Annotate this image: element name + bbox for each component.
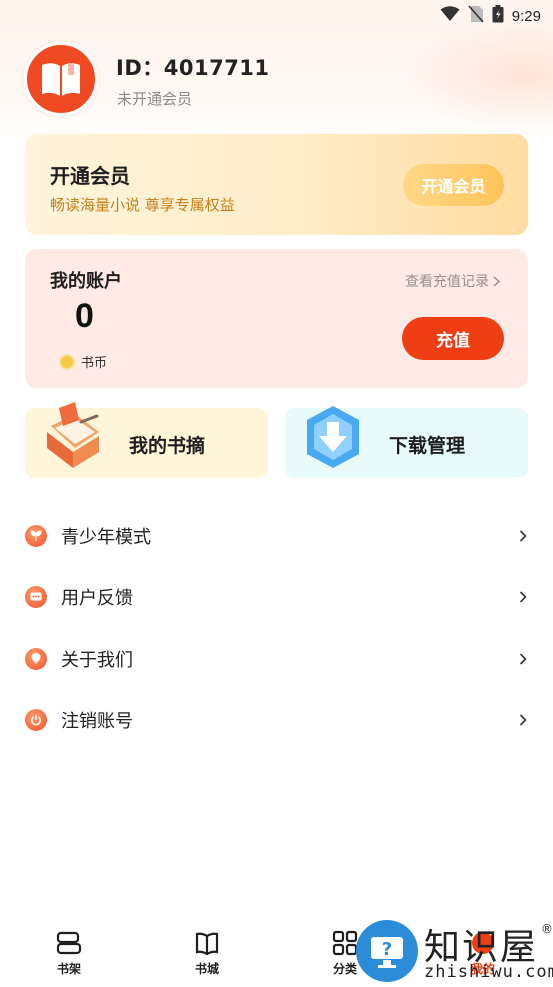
no-sim-icon [468, 5, 484, 27]
recharge-history-link[interactable]: 查看充值记录 [405, 271, 500, 291]
book-open-icon [195, 932, 219, 956]
menu-item-feedback[interactable]: 用户反馈 [0, 567, 553, 629]
registered-mark: ® [541, 922, 553, 936]
bookshelf-icon [56, 931, 82, 955]
coin-icon [59, 353, 75, 370]
menu-label: 用户反馈 [61, 588, 133, 610]
status-time: 9:29 [511, 7, 541, 25]
location-icon [25, 647, 47, 670]
user-id: ID：4017711 [116, 56, 270, 80]
book-logo-icon [42, 63, 80, 96]
account-card: 我的账户 0 书币 查看充值记录 充值 [25, 249, 528, 388]
currency-label: 书币 [81, 356, 108, 371]
chevron-right-icon [519, 530, 527, 542]
chevron-right-icon [519, 653, 527, 665]
chat-icon [25, 586, 47, 609]
account-title: 我的账户 [50, 271, 122, 292]
menu-item-about[interactable]: 关于我们 [0, 628, 553, 690]
nav-label: 分类 [332, 962, 357, 976]
sprout-icon [25, 524, 47, 547]
coin-label-group: 书币 [59, 352, 107, 371]
menu-item-delete-account[interactable]: 注销账号 [0, 690, 553, 752]
settings-menu: 青少年模式 用户反馈 关于我们 注销账号 [0, 505, 553, 751]
watermark-logo: ? 知识屋 zhishiwu.com ® [356, 918, 553, 987]
status-bar: 9:29 [0, 0, 553, 32]
nav-bookstore[interactable]: 书城 [138, 920, 276, 987]
avatar[interactable] [24, 42, 98, 116]
question-monitor-icon: ? [356, 920, 418, 982]
nav-bookshelf[interactable]: 书架 [0, 920, 138, 987]
battery-icon [492, 5, 504, 27]
chevron-right-icon [519, 714, 527, 726]
vip-card[interactable]: 开通会员 畅读海量小说 尊享专属权益 开通会员 [25, 134, 528, 235]
vip-subtitle: 畅读海量小说 尊享专属权益 [50, 196, 235, 214]
member-status: 未开通会员 [117, 90, 193, 108]
download-manager-label: 下载管理 [389, 435, 466, 457]
my-excerpts-tile[interactable]: 我的书摘 [25, 402, 268, 478]
chevron-right-icon [493, 275, 500, 287]
svg-text:?: ? [382, 939, 392, 960]
wifi-icon [440, 6, 460, 26]
download-manager-tile[interactable]: 下载管理 [285, 406, 528, 478]
download-icon [303, 404, 363, 476]
nav-label: 书城 [194, 962, 219, 976]
watermark-url: zhishiwu.com [424, 962, 553, 982]
coin-balance: 0 [75, 297, 94, 335]
menu-label: 注销账号 [61, 711, 133, 733]
open-book-icon [41, 398, 105, 478]
my-excerpts-label: 我的书摘 [129, 435, 206, 457]
menu-label: 关于我们 [61, 649, 133, 671]
power-icon [25, 709, 47, 732]
menu-item-teen-mode[interactable]: 青少年模式 [0, 505, 553, 567]
grid-icon [332, 930, 358, 956]
chevron-right-icon [519, 591, 527, 603]
menu-label: 青少年模式 [61, 526, 151, 548]
recharge-button[interactable]: 充值 [402, 317, 504, 360]
nav-label: 书架 [56, 962, 81, 976]
vip-title: 开通会员 [50, 164, 130, 188]
recharge-history-label: 查看充值记录 [405, 274, 489, 290]
open-vip-button[interactable]: 开通会员 [403, 164, 504, 206]
